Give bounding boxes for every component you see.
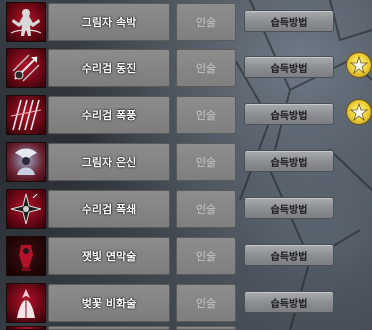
ash-smoke-icon <box>6 236 46 276</box>
partial-skill-icon <box>6 326 46 330</box>
shuriken-storm-icon <box>6 95 46 135</box>
skill-row: 그림자 속박 인술 습득방법 <box>0 0 372 46</box>
skill-condition: 인술 <box>176 190 236 228</box>
shadow-bind-icon <box>6 2 46 42</box>
acquire-method-button[interactable]: 습득방법 <box>244 10 334 32</box>
skill-row: 수리검 동진 인술 습득방법 <box>0 46 372 92</box>
partial-skill-condition <box>176 326 236 330</box>
skill-row: 수리검 폭풍 인술 습득방법 <box>0 93 372 139</box>
skill-row-partial <box>0 326 372 330</box>
acquire-method-button[interactable]: 습득방법 <box>244 103 334 125</box>
skill-name: 수리검 동진 <box>48 49 170 87</box>
skill-row: 벚꽃 비화술 인술 습득방법 <box>0 281 372 327</box>
acquire-method-button[interactable]: 습득방법 <box>244 150 334 172</box>
skill-condition: 인술 <box>176 96 236 134</box>
shuriken-burst-icon <box>6 189 46 229</box>
acquire-method-button[interactable]: 습득방법 <box>244 197 334 219</box>
skill-row: 그림자 은신 인술 습득방법 <box>0 140 372 186</box>
star-badge-icon <box>346 99 372 125</box>
skill-condition: 인술 <box>176 3 236 41</box>
partial-skill-name <box>48 326 170 330</box>
skill-name: 그림자 속박 <box>48 3 170 41</box>
skill-name: 잿빛 연막술 <box>48 237 170 275</box>
skill-condition: 인술 <box>176 143 236 181</box>
skill-name: 수리검 폭풍 <box>48 96 170 134</box>
skill-condition: 인술 <box>176 284 236 322</box>
skill-condition: 인술 <box>176 237 236 275</box>
skill-name: 벚꽃 비화술 <box>48 284 170 322</box>
skill-row: 잿빛 연막술 인술 습득방법 <box>0 234 372 280</box>
skill-condition: 인술 <box>176 49 236 87</box>
star-badge-icon <box>346 52 372 78</box>
acquire-method-button[interactable]: 습득방법 <box>244 56 334 78</box>
shadow-stealth-icon <box>6 142 46 182</box>
skill-name: 수리검 폭쇄 <box>48 190 170 228</box>
cherry-blossom-icon <box>6 283 46 323</box>
shuriken-dash-icon <box>6 48 46 88</box>
acquire-method-button[interactable]: 습득방법 <box>244 291 334 313</box>
skill-row: 수리검 폭쇄 인술 습득방법 <box>0 187 372 233</box>
acquire-method-button[interactable]: 습득방법 <box>244 244 334 266</box>
skill-name: 그림자 은신 <box>48 143 170 181</box>
